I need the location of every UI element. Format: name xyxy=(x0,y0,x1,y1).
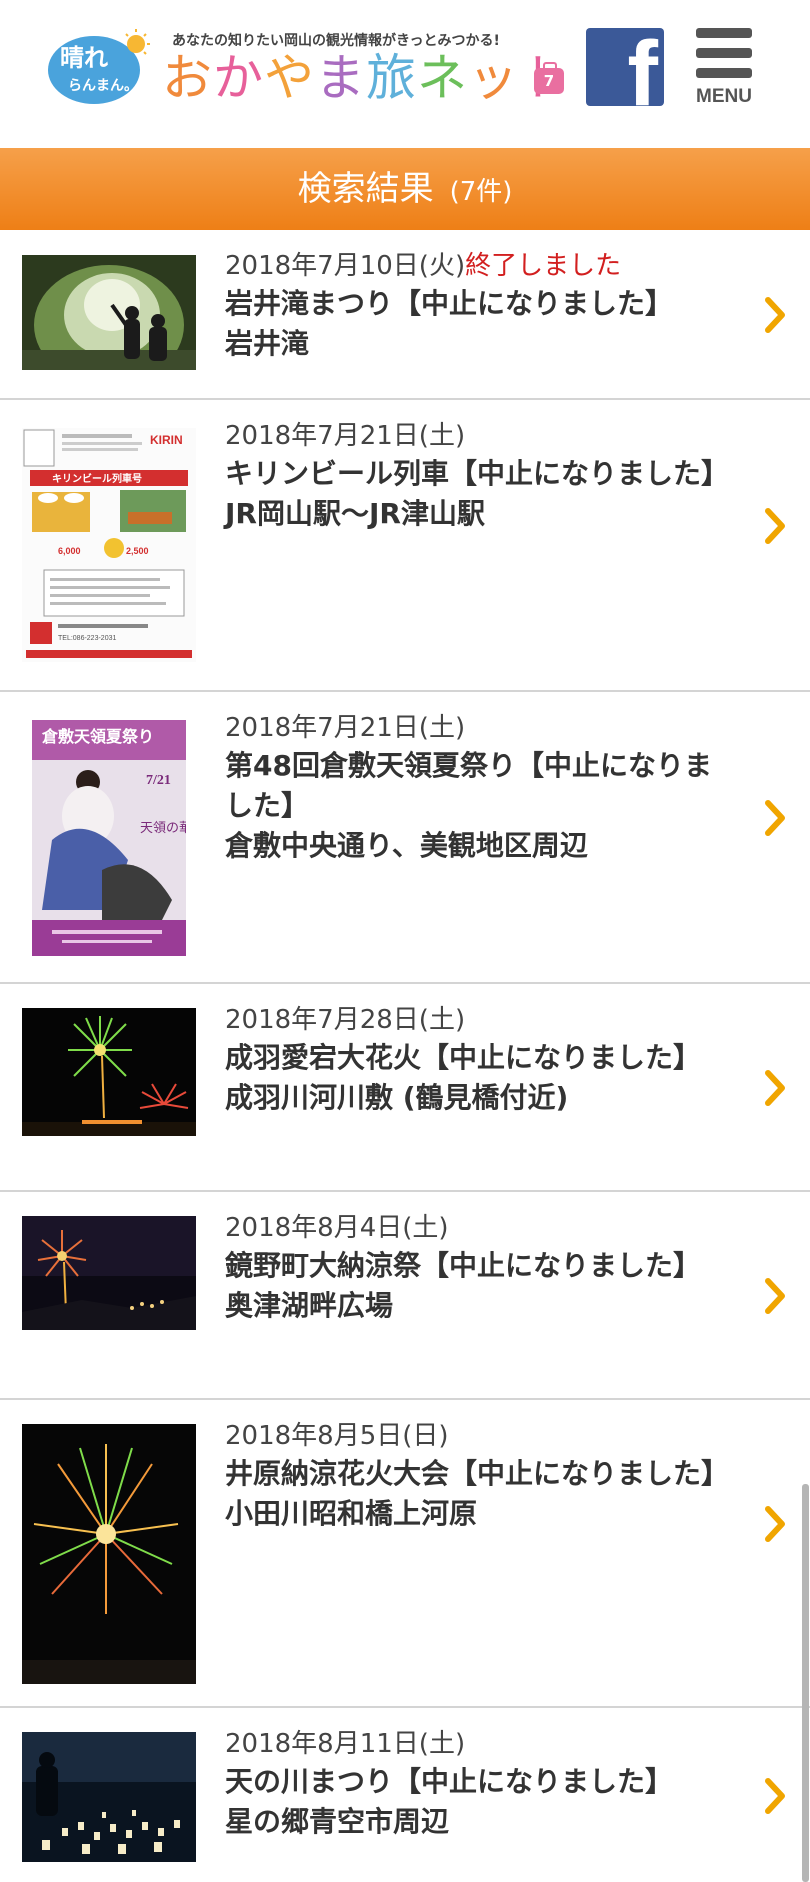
scrollbar[interactable] xyxy=(802,1484,809,1882)
menu-button[interactable]: MENU xyxy=(694,28,754,108)
result-info: 2018年8月11日(土) 天の川まつり【中止になりました】 星の郷青空市周辺 xyxy=(225,1726,735,1842)
result-info: 2018年7月21日(土) 第48回倉敷天領夏祭り【中止になりました】 倉敷中央… xyxy=(225,710,735,866)
event-thumbnail xyxy=(22,1424,196,1684)
result-info: 2018年8月5日(日) 井原納涼花火大会【中止になりました】 小田川昭和橋上河… xyxy=(225,1418,735,1534)
suitcase-icon: 7 xyxy=(534,62,564,94)
result-item[interactable]: 2018年8月4日(土) 鏡野町大納涼祭【中止になりました】 奥津湖畔広場 xyxy=(0,1192,810,1400)
event-venue: JR岡山駅〜JR津山駅 xyxy=(225,497,485,530)
event-name: 第48回倉敷天領夏祭り【中止になりました】 xyxy=(225,749,712,822)
hamburger-icon-bar xyxy=(696,68,752,78)
result-item[interactable]: 2018年7月10日(火)終了しました 岩井滝まつり【中止になりました】 岩井滝 xyxy=(0,230,810,400)
event-venue: 奥津湖畔広場 xyxy=(225,1289,394,1322)
chevron-right-icon xyxy=(765,1778,785,1814)
facebook-icon: f xyxy=(627,28,658,106)
result-info: 2018年7月10日(火)終了しました 岩井滝まつり【中止になりました】 岩井滝 xyxy=(225,248,735,364)
logo-char: ッ xyxy=(468,49,519,107)
chevron-right-icon xyxy=(765,1506,785,1542)
event-date: 2018年7月21日(土) xyxy=(225,713,466,743)
logo-badge-line2: らんまん。 xyxy=(68,78,138,94)
logo-badge: 晴れ らんまん。 xyxy=(48,29,150,104)
result-info: 2018年8月4日(土) 鏡野町大納涼祭【中止になりました】 奥津湖畔広場 xyxy=(225,1210,735,1326)
result-info: 2018年7月28日(土) 成羽愛宕大花火【中止になりました】 成羽川河川敷 (… xyxy=(225,1002,735,1118)
result-item[interactable]: 2018年8月5日(日) 井原納涼花火大会【中止になりました】 小田川昭和橋上河… xyxy=(0,1400,810,1708)
result-count: (7件) xyxy=(449,177,513,207)
logo-char: ま xyxy=(315,49,366,107)
ended-status: 終了しました xyxy=(465,251,622,281)
kirin-price-2: 2,500 xyxy=(126,546,149,556)
event-name: 井原納涼花火大会【中止になりました】 xyxy=(225,1457,730,1490)
event-date: 2018年7月10日(火)終了しました xyxy=(225,248,735,284)
event-name: キリンビール列車【中止になりました】 xyxy=(225,457,730,490)
logo-char: や xyxy=(264,49,315,107)
event-venue: 岩井滝 xyxy=(225,327,310,360)
kirin-price-1: 6,000 xyxy=(58,546,81,556)
event-thumbnail: KIRIN キリンビール列車号 6,000 2,500 TEL:086-223-… xyxy=(22,428,196,662)
event-date: 2018年7月21日(土) xyxy=(225,421,466,451)
logo-char: お xyxy=(162,49,213,107)
event-thumbnail xyxy=(22,1732,196,1862)
logo-tagline: あなたの知りたい岡山の観光情報がきっとみつかる! xyxy=(172,33,500,49)
event-thumbnail: 倉敷天領夏祭り 7/21 天領の華 xyxy=(32,720,186,956)
site-header: 晴れ らんまん。 あなたの知りたい岡山の観光情報がきっとみつかる! おかやま旅ネ… xyxy=(0,0,810,148)
event-date-text: 2018年7月10日(火) xyxy=(225,251,466,281)
event-venue: 成羽川河川敷 (鶴見橋付近) xyxy=(225,1081,569,1114)
event-name: 鏡野町大納涼祭【中止になりました】 xyxy=(225,1249,702,1282)
kirin-brand: KIRIN xyxy=(150,433,183,447)
kurashiki-sub: 天領の華 xyxy=(140,820,186,836)
event-name: 天の川まつり【中止になりました】 xyxy=(225,1765,674,1798)
logo-char: か xyxy=(213,49,264,107)
event-date: 2018年8月4日(土) xyxy=(225,1213,449,1243)
result-item[interactable]: 2018年8月11日(土) 天の川まつり【中止になりました】 星の郷青空市周辺 xyxy=(0,1708,810,1882)
event-thumbnail xyxy=(22,1008,196,1136)
chevron-right-icon xyxy=(765,508,785,544)
site-logo[interactable]: 晴れ らんまん。 あなたの知りたい岡山の観光情報がきっとみつかる! おかやま旅ネ… xyxy=(44,22,584,112)
chevron-right-icon xyxy=(765,800,785,836)
hamburger-icon-bar xyxy=(696,48,752,58)
event-name: 岩井滝まつり【中止になりました】 xyxy=(225,287,674,320)
hamburger-icon-bar xyxy=(696,28,752,38)
page-title: 検索結果 xyxy=(297,169,434,209)
logo-char: ネ xyxy=(417,49,468,107)
event-venue: 星の郷青空市周辺 xyxy=(225,1805,450,1838)
event-thumbnail xyxy=(22,255,196,370)
chevron-right-icon xyxy=(765,1278,785,1314)
facebook-button[interactable]: f xyxy=(586,28,664,106)
logo-char: 旅 xyxy=(366,49,417,107)
event-name: 成羽愛宕大花火【中止になりました】 xyxy=(225,1041,702,1074)
logo-title: おかやま旅ネット xyxy=(162,48,570,108)
menu-label: MENU xyxy=(696,86,752,107)
result-item[interactable]: KIRIN キリンビール列車号 6,000 2,500 TEL:086-223-… xyxy=(0,400,810,692)
event-venue: 倉敷中央通り、美観地区周辺 xyxy=(225,829,588,862)
event-date: 2018年7月28日(土) xyxy=(225,1005,466,1035)
chevron-right-icon xyxy=(765,297,785,333)
event-date: 2018年8月11日(土) xyxy=(225,1729,466,1759)
kurashiki-date: 7/21 xyxy=(146,773,171,788)
kurashiki-title: 倉敷天領夏祭り xyxy=(41,727,154,746)
event-thumbnail xyxy=(22,1216,196,1330)
result-info: 2018年7月21日(土) キリンビール列車【中止になりました】 JR岡山駅〜J… xyxy=(225,418,735,534)
event-venue: 小田川昭和橋上河原 xyxy=(225,1497,478,1530)
kirin-tel: TEL:086-223-2031 xyxy=(58,635,116,642)
result-item[interactable]: 2018年7月28日(土) 成羽愛宕大花火【中止になりました】 成羽川河川敷 (… xyxy=(0,984,810,1192)
chevron-right-icon xyxy=(765,1070,785,1106)
event-date: 2018年8月5日(日) xyxy=(225,1421,449,1451)
kirin-heading: キリンビール列車号 xyxy=(52,472,142,485)
search-results-header: 検索結果 (7件) xyxy=(0,148,810,230)
logo-badge-line1: 晴れ xyxy=(60,44,108,72)
result-item[interactable]: 倉敷天領夏祭り 7/21 天領の華 2018年7月21日(土) 第48回倉敷天領… xyxy=(0,692,810,984)
